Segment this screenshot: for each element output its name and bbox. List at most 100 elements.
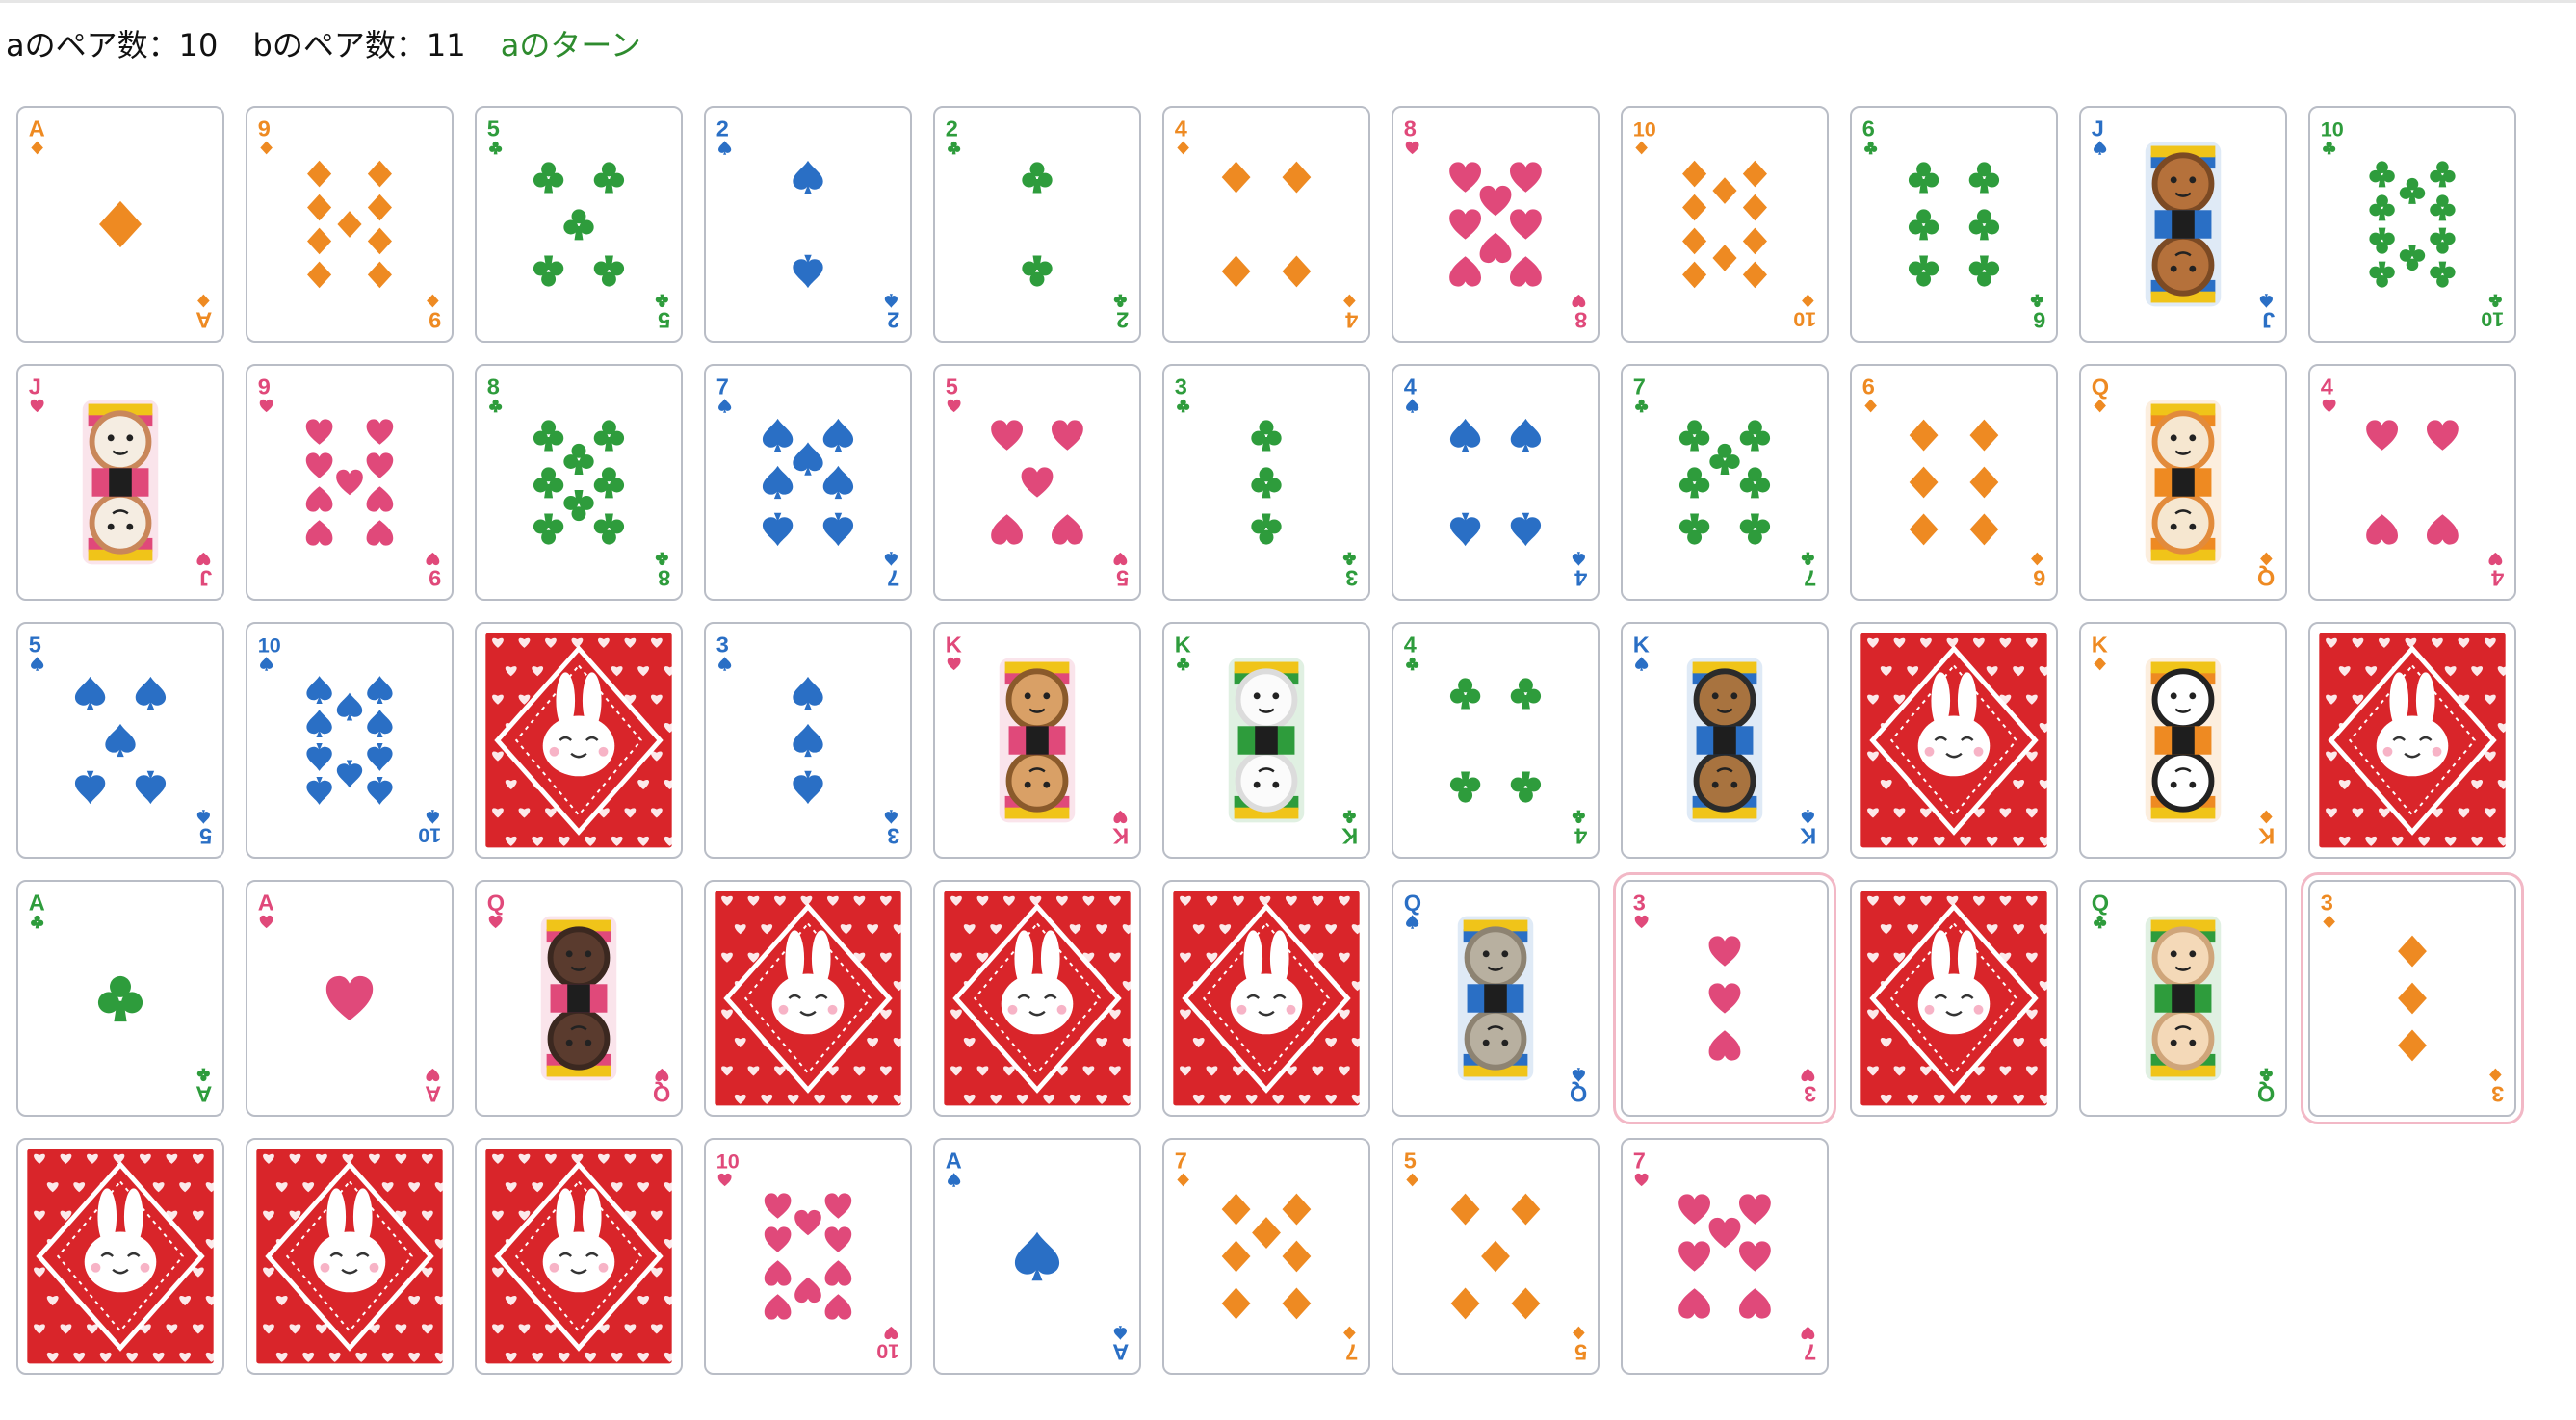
diamond-pip	[1909, 513, 1939, 546]
card-face-down[interactable]	[16, 1138, 224, 1375]
corner-index: 7	[1343, 1326, 1358, 1364]
card-6-diamond[interactable]: 6 6	[1850, 364, 2058, 601]
card-Q-diamond[interactable]: Q Q	[2079, 364, 2287, 601]
rank-label: 7	[1345, 1339, 1358, 1364]
corner-index: 4	[1572, 810, 1587, 848]
club-pip	[593, 162, 625, 194]
spade-pip	[762, 512, 794, 547]
rank-label: 3	[1175, 374, 1187, 400]
card-4-club[interactable]: 4 4	[1392, 622, 1600, 859]
card-7-diamond[interactable]: 7 7	[1162, 1138, 1370, 1375]
card-J-spade[interactable]: J J	[2079, 106, 2287, 343]
card-2-spade[interactable]: 2 2	[704, 106, 912, 343]
card-8-club[interactable]: 8 8	[475, 364, 683, 601]
card-A-heart[interactable]: A A	[246, 880, 454, 1117]
card-Q-spade[interactable]: Q Q	[1392, 880, 1600, 1117]
card-7-heart[interactable]: 7 7	[1621, 1138, 1829, 1375]
spade-pip	[793, 676, 823, 710]
card-face-down[interactable]	[2308, 622, 2516, 859]
card-K-diamond[interactable]: K K	[2079, 622, 2287, 859]
card-7-spade[interactable]: 7 7	[704, 364, 912, 601]
diamond-pip	[367, 227, 392, 255]
card-face-down[interactable]	[704, 880, 912, 1117]
card-A-spade[interactable]: A A	[933, 1138, 1141, 1375]
club-pip	[1635, 399, 1649, 413]
card-10-club[interactable]: 10 10	[2308, 106, 2516, 343]
corner-index: A	[946, 1149, 962, 1187]
diamond-pip	[2398, 1029, 2427, 1062]
card-K-spade[interactable]: K K	[1621, 622, 1829, 859]
card-4-spade[interactable]: 4 4	[1392, 364, 1600, 601]
diamond-pip	[1742, 194, 1767, 221]
card-face-down[interactable]	[933, 880, 1141, 1117]
card-face-down[interactable]	[475, 1138, 683, 1375]
heart-pip	[2426, 514, 2459, 545]
club-pip	[1678, 513, 1710, 545]
card-10-spade[interactable]: 10 10	[246, 622, 454, 859]
spade-pip	[884, 552, 898, 566]
card-7-club[interactable]: 7 7	[1621, 364, 1829, 601]
card-5-club[interactable]: 5 5	[475, 106, 683, 343]
card-Q-club[interactable]: Q Q	[2079, 880, 2287, 1117]
card-face-down[interactable]	[1850, 880, 2058, 1117]
card-J-heart[interactable]: J J	[16, 364, 224, 601]
card-5-heart[interactable]: 5 5	[933, 364, 1141, 601]
diamond-pip	[1450, 1193, 1480, 1226]
diamond-pip	[1252, 1217, 1281, 1249]
heart-pip	[1801, 1326, 1815, 1340]
heart-pip	[794, 1209, 821, 1236]
rank-label: Q	[2092, 374, 2109, 400]
card-10-heart[interactable]: 10 10	[704, 1138, 912, 1375]
card-A-diamond[interactable]: A A	[16, 106, 224, 343]
card-face-down[interactable]	[475, 622, 683, 859]
corner-index: 3	[716, 633, 732, 671]
club-pip	[1572, 810, 1585, 824]
corner-index: 7	[1633, 374, 1649, 413]
card-5-diamond[interactable]: 5 5	[1392, 1138, 1600, 1375]
heart-pip	[1738, 1288, 1771, 1319]
diamond-pip	[367, 194, 392, 221]
corner-index: 7	[1633, 1149, 1649, 1187]
heart-pip	[1708, 983, 1741, 1014]
club-pip	[1251, 467, 1282, 499]
heart-pip	[305, 486, 333, 512]
corner-index: K	[1633, 633, 1650, 671]
card-9-heart[interactable]: 9 9	[246, 364, 454, 601]
heart-pip	[884, 1326, 898, 1340]
corner-index: 9	[427, 294, 441, 332]
rank-label: 10	[258, 633, 281, 658]
card-4-diamond[interactable]: 4 4	[1162, 106, 1370, 343]
card-face-down[interactable]	[1850, 622, 2058, 859]
heart-pip	[1738, 1194, 1771, 1225]
card-6-club[interactable]: 6 6	[1850, 106, 2058, 343]
heart-pip	[488, 915, 503, 929]
card-face: 2 2	[716, 116, 899, 333]
card-8-heart[interactable]: 8 8	[1392, 106, 1600, 343]
card-K-club[interactable]: K K	[1162, 622, 1370, 859]
card-face: 7 7	[1175, 1149, 1358, 1365]
card-A-club[interactable]: A A	[16, 880, 224, 1117]
corner-index: 3	[1342, 552, 1358, 590]
heart-pip	[1449, 209, 1482, 240]
corner-index: Q	[1404, 891, 1421, 929]
card-face-down[interactable]	[1162, 880, 1370, 1117]
card-3-club[interactable]: 3 3	[1162, 364, 1370, 601]
card-3-spade[interactable]: 3 3	[704, 622, 912, 859]
card-3-heart[interactable]: 3 3	[1613, 872, 1836, 1124]
card-Q-heart[interactable]: Q Q	[475, 880, 683, 1117]
card-face: A A	[258, 891, 441, 1107]
card-10-diamond[interactable]: 10 10	[1621, 106, 1829, 343]
card-face-down[interactable]	[246, 1138, 454, 1375]
card-3-diamond[interactable]: 3 3	[2301, 872, 2524, 1124]
heart-pip	[1801, 1068, 1815, 1082]
heart-pip	[655, 1068, 669, 1082]
corner-index: J	[2259, 294, 2275, 332]
card-K-heart[interactable]: K K	[933, 622, 1141, 859]
rank-label: Q	[2257, 1081, 2275, 1106]
card-9-diamond[interactable]: 9 9	[246, 106, 454, 343]
card-4-heart[interactable]: 4 4	[2308, 364, 2516, 601]
club-pip	[1251, 513, 1282, 545]
card-5-spade[interactable]: 5 5	[16, 622, 224, 859]
card-face: 7 7	[716, 374, 899, 591]
card-2-club[interactable]: 2 2	[933, 106, 1141, 343]
